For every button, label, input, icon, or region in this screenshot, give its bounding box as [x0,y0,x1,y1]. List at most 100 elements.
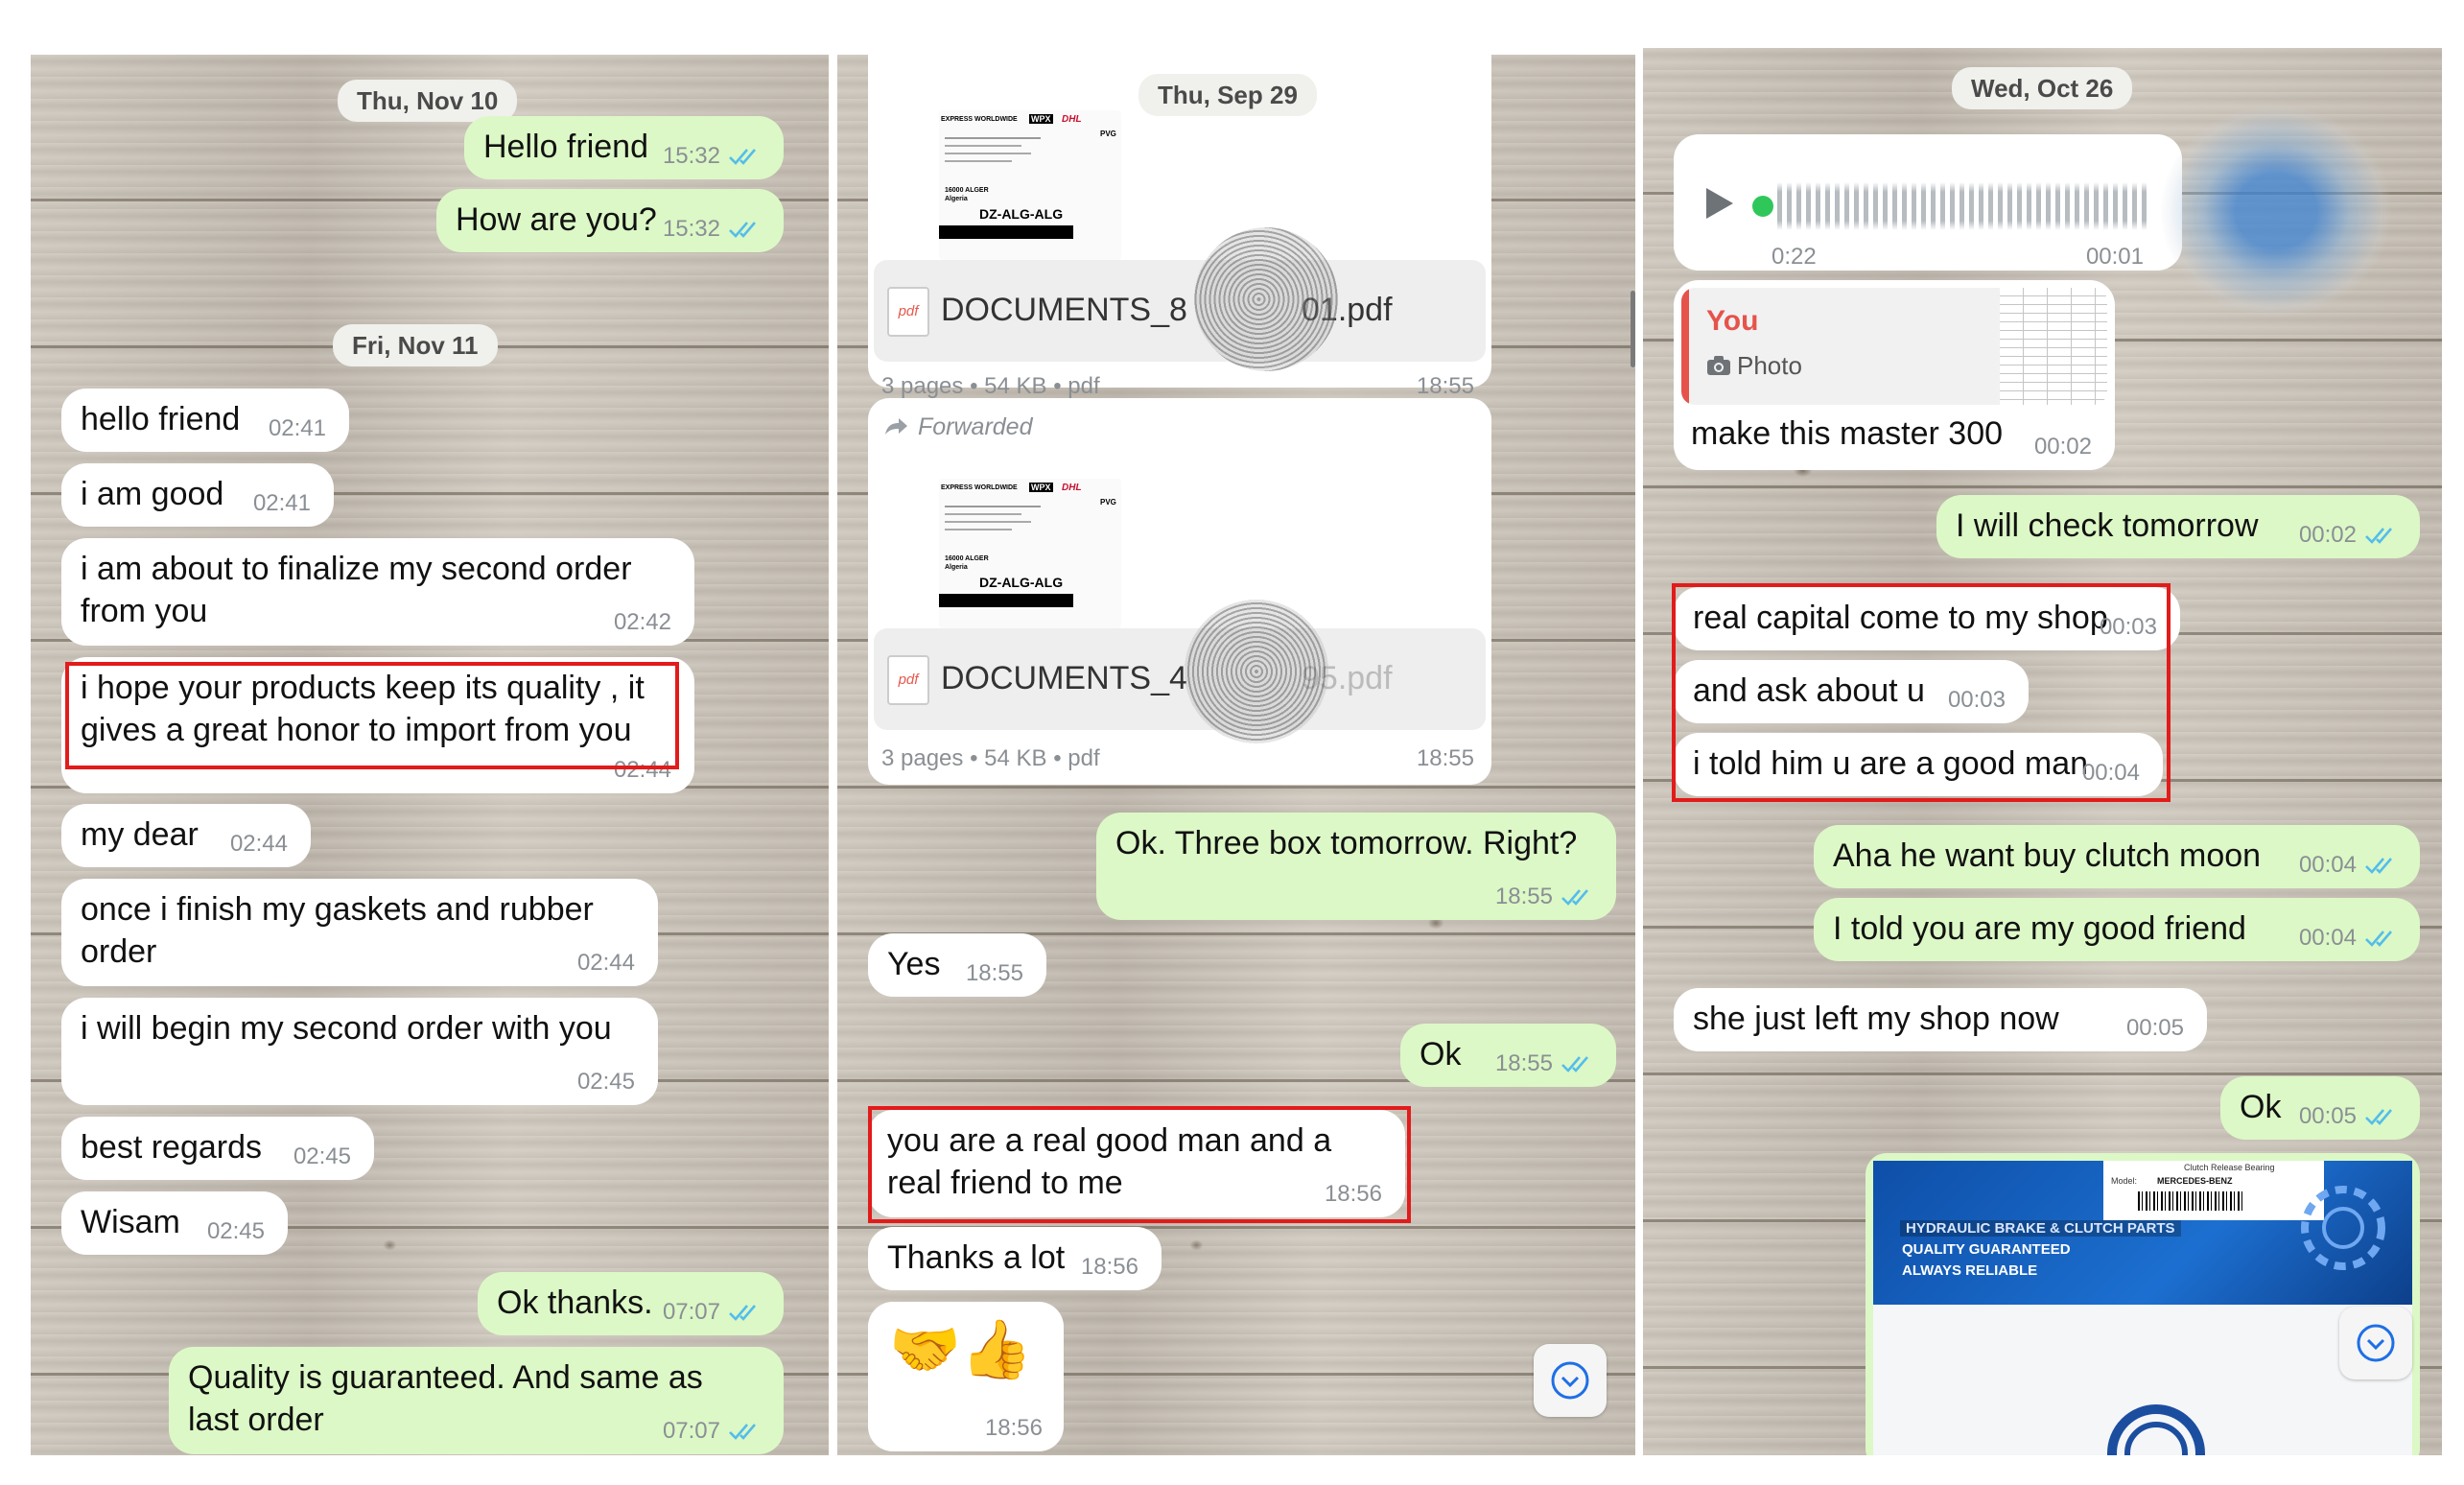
message-text: once i finish my gaskets and rubber orde… [81,891,594,970]
message-time: 00:04 [2298,925,2357,951]
message-text: i will begin my second order with you [81,1010,612,1047]
message-time: 18:55 [965,960,1023,986]
redaction-scribble [2161,106,2391,317]
message-time: 02:41 [268,415,326,441]
scroll-to-bottom-button[interactable] [2339,1307,2412,1379]
incoming-message[interactable]: hello friend 02:41 [61,389,349,452]
incoming-message[interactable]: she just left my shop now 00:05 [1674,988,2207,1051]
incoming-message[interactable]: Yes 18:55 [868,933,1046,997]
date-chip: Fri, Nov 11 [333,324,498,366]
reply-message[interactable]: You Photo make this master 300 00:02 [1674,280,2115,470]
incoming-message[interactable]: i am about to finalize my second order f… [61,538,694,646]
barcode [2138,1191,2243,1211]
read-receipt-icon [728,1302,764,1323]
camera-icon [1707,356,1730,375]
message-text: i am about to finalize my second order f… [81,551,632,629]
document-file-row[interactable]: pdf DOCUMENTS_8 01.pdf [874,260,1486,362]
dhl-logo: DHL [1062,483,1082,493]
waybill-thumbnail: EXPRESS WORLDWIDE WPX DHL PVG 16000 ALGE… [939,479,1121,628]
chevron-down-icon [2357,1324,2395,1362]
message-time: 18:55 [1494,884,1553,909]
message-time: 18:55 [1416,373,1474,399]
outgoing-message[interactable]: Quality is guaranteed. And same as last … [169,1347,784,1454]
waybill-city: 16000 ALGER [945,187,989,194]
message-time: 00:01 [2085,244,2144,270]
waybill-route: DZ-ALG-ALG [979,206,1064,222]
message-time: 02:44 [576,950,635,976]
waybill-thumbnail: EXPRESS WORLDWIDE WPX DHL PVG 16000 ALGE… [939,110,1121,260]
waybill-service: EXPRESS WORLDWIDE [941,116,1018,123]
redaction-scribble [1185,600,1328,743]
pdf-icon: pdf [887,287,929,337]
incoming-message[interactable]: my dear 02:44 [61,804,311,867]
outgoing-message[interactable]: Aha he want buy clutch moon 00:04 [1814,825,2420,888]
outgoing-message[interactable]: Ok 18:55 [1400,1024,1616,1087]
document-meta: 3 pages • 54 KB • pdf [881,373,1100,399]
scroll-to-bottom-button[interactable] [1534,1344,1607,1417]
message-time: 00:02 [2033,434,2092,460]
message-time: 02:45 [576,1069,635,1095]
voice-progress-dot[interactable] [1752,196,1773,217]
document-file-row[interactable]: pdf DOCUMENTS_4 95.pdf [874,628,1486,730]
waybill-country: Algeria [945,196,968,202]
waybill-badge: WPX [1029,114,1053,124]
incoming-message[interactable]: 🤝👍 18:56 [868,1302,1064,1451]
product-line-3: ALWAYS RELIABLE [1902,1262,2038,1279]
outgoing-message[interactable]: I told you are my good friend 00:04 [1814,898,2420,961]
waybill-service: EXPRESS WORLDWIDE [941,484,1018,491]
read-receipt-icon [2364,928,2401,949]
reply-sender: You [1706,305,1759,337]
incoming-message[interactable]: best regards 02:45 [61,1117,374,1180]
waybill-code: PVG [1100,130,1116,138]
message-time: 02:41 [252,490,311,516]
voice-waveform [1777,182,2151,230]
forwarded-document-message[interactable]: Forwarded EXPRESS WORLDWIDE WPX DHL PVG … [868,398,1491,785]
dhl-logo: DHL [1062,114,1082,125]
message-time: 00:02 [2298,522,2357,548]
outgoing-message[interactable]: Ok 00:05 [2220,1076,2420,1140]
photo-thumbnail [2000,288,2107,405]
waybill-route: DZ-ALG-ALG [979,575,1064,590]
waybill-badge: WPX [1029,483,1053,492]
forwarded-label: Forwarded [918,413,1033,440]
message-text: make this master 300 [1691,415,2004,452]
outgoing-image-message[interactable]: Clutch Release Bearing Model: MERCEDES-B… [1866,1153,2420,1455]
document-meta: 3 pages • 54 KB • pdf [881,745,1100,771]
outgoing-message[interactable]: I will check tomorrow 00:02 [1936,495,2420,558]
document-filename: DOCUMENTS_4 [941,660,1187,696]
message-time: 00:05 [2298,1103,2357,1129]
play-icon[interactable] [1702,186,1737,221]
message-time: 18:55 [1416,745,1474,771]
incoming-message[interactable]: once i finish my gaskets and rubber orde… [61,879,658,986]
read-receipt-icon [1561,886,1597,908]
scrollbar-thumb[interactable] [1631,291,1635,367]
incoming-message[interactable]: Thanks a lot 18:56 [868,1227,1162,1290]
message-text: Ok. Three box tomorrow. Right? [1115,825,1578,861]
product-line-1: HYDRAULIC BRAKE & CLUTCH PARTS [1900,1220,2181,1237]
message-time: 02:45 [293,1143,351,1169]
red-highlight-box [65,662,679,769]
product-box-lower [1873,1305,2412,1455]
outgoing-message[interactable]: Hello friend 15:32 [464,116,784,179]
message-text: Ok thanks. [497,1285,653,1321]
redaction-scribble [1194,227,1338,371]
outgoing-message[interactable]: Ok thanks. 07:07 [478,1272,784,1335]
message-time: 07:07 [662,1299,720,1325]
incoming-message[interactable]: i will begin my second order with you 02… [61,998,658,1105]
message-time: 15:32 [662,216,720,242]
incoming-message[interactable]: Wisam 02:45 [61,1191,288,1255]
outgoing-message[interactable]: Ok. Three box tomorrow. Right? 18:55 [1096,813,1616,920]
voice-message[interactable]: 0:22 00:01 [1674,134,2182,271]
outgoing-message[interactable]: How are you? 15:32 [436,189,784,252]
waybill-city: 16000 ALGER [945,555,989,562]
message-time: 18:56 [984,1415,1043,1441]
waybill-code: PVG [1100,498,1116,507]
red-highlight-box [868,1106,1411,1223]
chevron-down-icon [1551,1361,1589,1400]
quoted-reply[interactable]: You Photo [1681,288,2107,405]
incoming-message[interactable]: i am good 02:41 [61,463,334,527]
forward-arrow-icon [885,418,907,435]
label-top: Clutch Release Bearing [2184,1163,2275,1172]
read-receipt-icon [2364,855,2401,876]
read-receipt-icon [728,146,764,167]
